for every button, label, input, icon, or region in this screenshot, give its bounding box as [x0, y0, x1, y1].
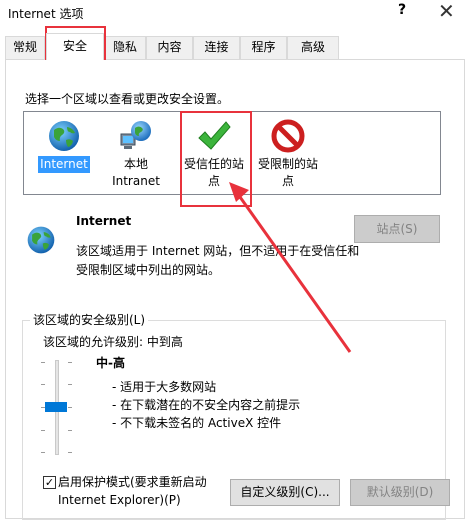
tab-security[interactable]: 安全: [46, 33, 104, 60]
annotation-arrow: [229, 182, 352, 353]
